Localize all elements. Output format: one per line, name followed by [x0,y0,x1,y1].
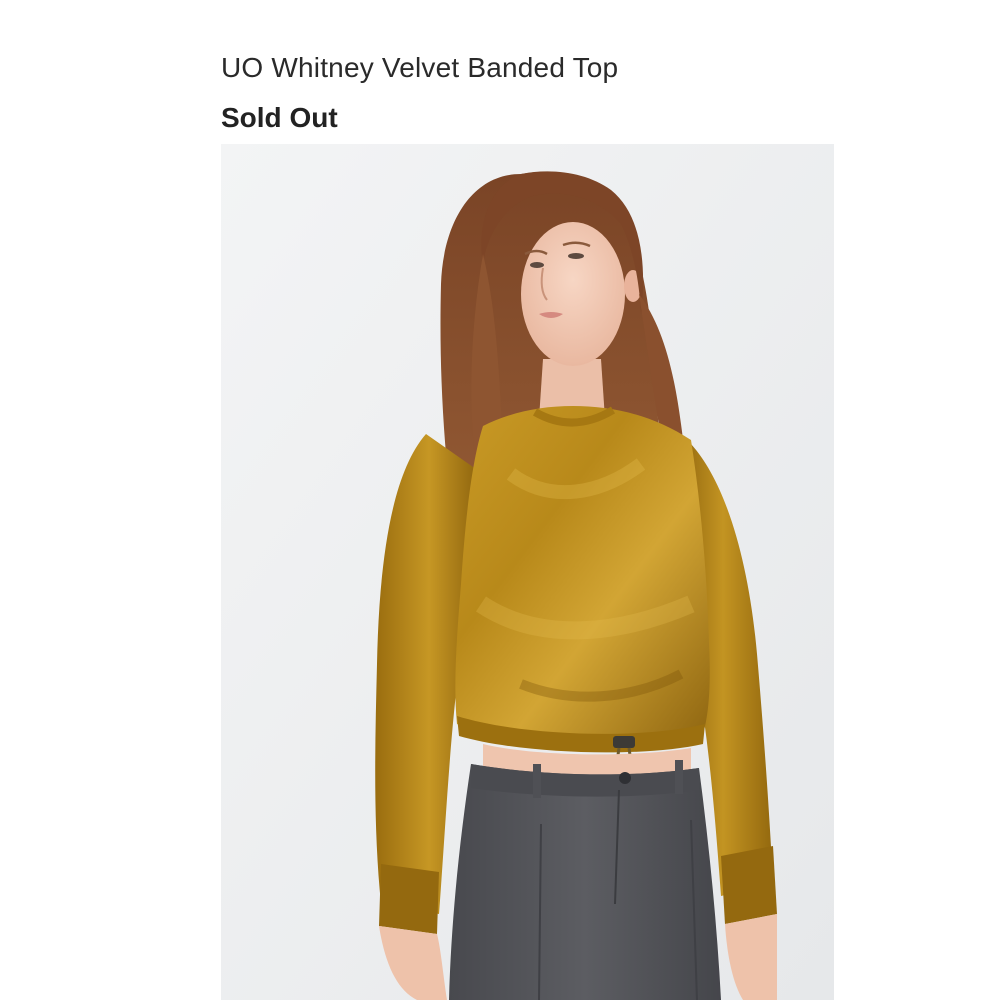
product-title: UO Whitney Velvet Banded Top [221,52,619,83]
sold-out-status: Sold Out [221,102,338,133]
product-image[interactable] [221,144,834,1000]
product-page: UO Whitney Velvet Banded Top Sold Out [0,0,1000,1000]
product-photo-illustration [221,144,834,1000]
